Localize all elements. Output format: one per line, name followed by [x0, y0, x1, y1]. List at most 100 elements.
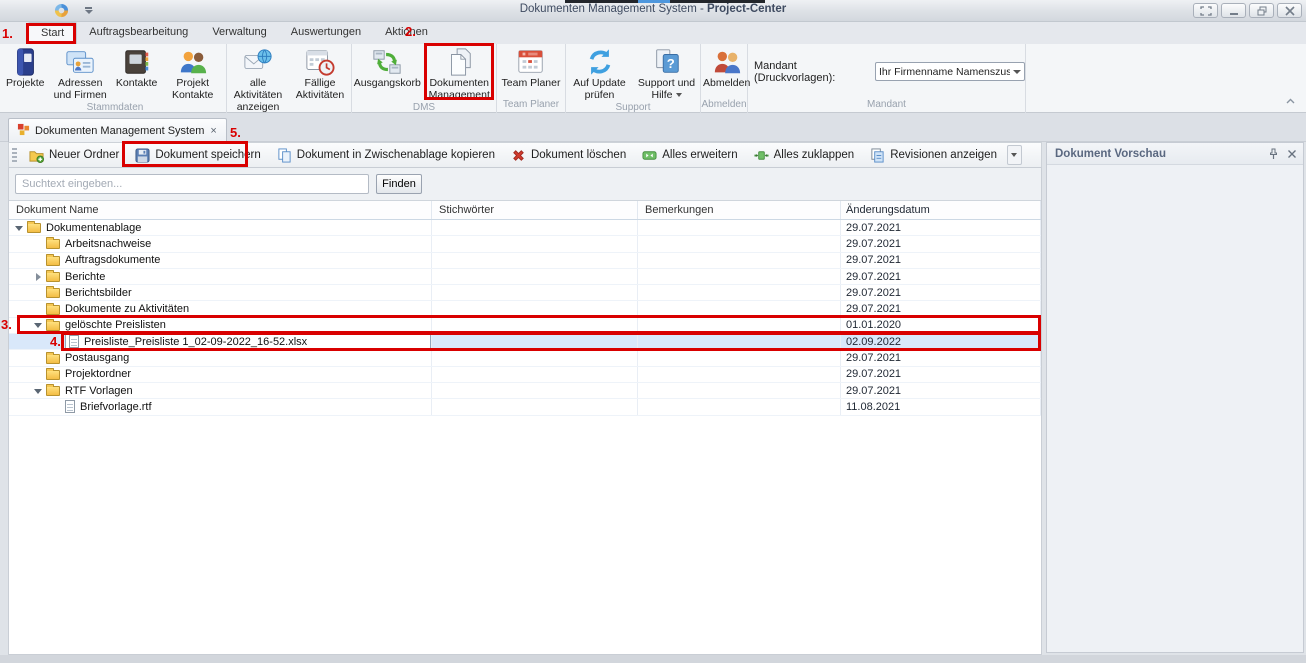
collapse-node-icon[interactable] — [13, 222, 27, 234]
projects-binder-icon — [10, 47, 40, 77]
ribbon-button-support-und-hilfe[interactable]: ?Support und Hilfe — [633, 46, 700, 102]
cell-bemerkungen — [638, 334, 841, 349]
cell-bemerkungen — [638, 399, 841, 414]
search-input[interactable] — [15, 174, 369, 194]
tab-start[interactable]: Start — [28, 22, 77, 44]
folder-row-berichte[interactable]: Berichte29.07.2021 — [9, 269, 1041, 285]
calendar-clock-icon — [305, 47, 335, 77]
toolbar-button-revisionen-anzeigen[interactable]: Revisionen anzeigen — [862, 144, 1005, 166]
tab-close-icon[interactable]: × — [209, 125, 217, 137]
expand-all-icon — [642, 148, 657, 163]
column-header-dokument-name[interactable]: Dokument Name — [9, 201, 432, 219]
mail-globe-icon — [243, 47, 273, 77]
row-name: Dokumentenablage — [46, 222, 141, 234]
document-tree: Dokumentenablage29.07.2021Arbeitsnachwei… — [9, 220, 1041, 654]
tab-aktionen[interactable]: Aktionen — [373, 22, 440, 44]
ribbon-button-abmelden[interactable]: Abmelden — [701, 46, 752, 90]
title-bar: Dokumenten Management System - Project-C… — [0, 0, 1306, 22]
folder-row-postausgang[interactable]: Postausgang29.07.2021 — [9, 350, 1041, 366]
file-icon — [69, 335, 79, 348]
toolbar-button-dokument-in-zwischenablage-kopieren[interactable]: Dokument in Zwischenablage kopieren — [269, 144, 503, 166]
cell-bemerkungen — [638, 318, 841, 333]
ribbon-button-fällige-aktivitäten[interactable]: Fällige Aktivitäten — [289, 46, 351, 102]
preview-close-icon[interactable] — [1287, 149, 1297, 159]
column-header-änderungsdatum[interactable]: Änderungsdatum — [841, 201, 1041, 219]
toolbar-button-dokument-speichern[interactable]: Dokument speichern — [127, 144, 268, 166]
collapse-node-icon[interactable] — [32, 319, 46, 331]
toolbar-button-alles-zuklappen[interactable]: Alles zuklappen — [746, 144, 863, 166]
folder-icon — [46, 256, 60, 266]
tab-auftragsbearbeitung[interactable]: Auftragsbearbeitung — [77, 22, 200, 44]
ribbon-button-alle-aktivitäten-anzeigen[interactable]: alle Aktivitäten anzeigen — [227, 46, 289, 114]
preview-panel: Dokument Vorschau — [1046, 142, 1304, 653]
delete-cross-icon — [511, 148, 526, 163]
ribbon-button-ausgangskorb[interactable]: Ausgangskorb — [353, 46, 422, 90]
row-name: Berichtsbilder — [65, 287, 132, 299]
close-button[interactable] — [1277, 3, 1302, 18]
minimize-button[interactable] — [1221, 3, 1246, 18]
address-book-icon — [122, 47, 152, 77]
column-header-bemerkungen[interactable]: Bemerkungen — [638, 201, 841, 219]
ribbon-button-auf-update-prüfen[interactable]: Auf Update prüfen — [566, 46, 633, 102]
ribbon-group-label: Support — [566, 102, 700, 113]
row-name: Preisliste_Preisliste 1_02-09-2022_16-52… — [84, 336, 307, 348]
document-tab-dms[interactable]: Dokumenten Management System × — [8, 118, 227, 142]
folder-row-berichtsbilder[interactable]: Berichtsbilder29.07.2021 — [9, 285, 1041, 301]
file-row-briefvorlage-rtf[interactable]: Briefvorlage.rtf11.08.2021 — [9, 399, 1041, 415]
toolbar-button-dokument-löschen[interactable]: Dokument löschen — [503, 144, 634, 166]
ribbon-button-projekt-kontakte[interactable]: Projekt Kontakte — [159, 46, 226, 102]
pin-icon[interactable] — [1268, 148, 1279, 160]
ribbon-group-mandant: Mandant (Druckvorlagen):Ihr Firmenname N… — [748, 44, 1026, 113]
new-folder-icon — [29, 148, 44, 163]
collapse-ribbon-icon[interactable] — [1285, 97, 1296, 109]
cell-bemerkungen — [638, 269, 841, 284]
calendar-icon — [516, 47, 546, 77]
window-controls — [1193, 3, 1302, 18]
toolbar-overflow-button[interactable] — [1007, 145, 1022, 165]
cell-stichwoerter — [432, 399, 638, 414]
folder-icon — [46, 272, 60, 282]
restore-button[interactable] — [1249, 3, 1274, 18]
cell-aenderungsdatum: 29.07.2021 — [841, 350, 1041, 365]
ribbon-button-projekte[interactable]: Projekte — [4, 46, 47, 90]
ribbon-button-dokumenten-management[interactable]: Dokumenten Management — [423, 46, 495, 102]
toolbar-button-alles-erweitern[interactable]: Alles erweitern — [634, 144, 745, 166]
folder-row-gelöschte-preislisten[interactable]: gelöschte Preislisten 01.01.2020 — [9, 318, 1041, 334]
expand-node-icon[interactable] — [32, 271, 46, 283]
row-name: Projektordner — [65, 368, 131, 380]
column-header-stichwörter[interactable]: Stichwörter — [432, 201, 638, 219]
cell-bemerkungen — [638, 383, 841, 398]
bottom-strip — [0, 655, 1306, 663]
toolbar-button-neuer-ordner[interactable]: Neuer Ordner — [21, 144, 127, 166]
find-button[interactable]: Finden — [376, 174, 422, 194]
file-row-preisliste-preisliste-1-02-09-2022-16-52-xlsx[interactable]: Preisliste_Preisliste 1_02-09-2022_16-52… — [9, 334, 1041, 350]
chevron-down-icon — [676, 93, 682, 97]
folder-row-dokumentenablage[interactable]: Dokumentenablage29.07.2021 — [9, 220, 1041, 236]
folder-icon — [46, 354, 60, 364]
outbox-arrows-icon — [372, 47, 402, 77]
folder-row-projektordner[interactable]: Projektordner29.07.2021 — [9, 367, 1041, 383]
row-name: gelöschte Preislisten — [65, 319, 166, 331]
folder-row-arbeitsnachweise[interactable]: Arbeitsnachweise29.07.2021 — [9, 236, 1041, 252]
toolbar-grip[interactable] — [12, 148, 17, 163]
ribbon-group-label: Stammdaten — [4, 102, 226, 113]
tab-auswertungen[interactable]: Auswertungen — [279, 22, 373, 44]
project-contacts-people-icon — [178, 47, 208, 77]
cell-bemerkungen — [638, 285, 841, 300]
collapse-node-icon[interactable] — [32, 385, 46, 397]
ribbon-button-team-planer[interactable]: Team Planer — [500, 46, 563, 90]
ribbon-button-adressen-und-firmen[interactable]: Adressen und Firmen — [47, 46, 114, 102]
folder-icon — [46, 305, 60, 315]
cell-stichwoerter — [432, 334, 638, 349]
folder-row-auftragsdokumente[interactable]: Auftragsdokumente29.07.2021 — [9, 253, 1041, 269]
cell-aenderungsdatum: 01.01.2020 — [841, 318, 1041, 333]
cell-stichwoerter — [432, 301, 638, 316]
mandant-select[interactable]: Ihr Firmenname Namenszusatz od... — [875, 62, 1025, 81]
folder-row-dokumente-zu-aktivitäten[interactable]: Dokumente zu Aktivitäten29.07.2021 — [9, 301, 1041, 317]
preview-panel-header: Dokument Vorschau — [1047, 143, 1303, 165]
fullscreen-button[interactable] — [1193, 3, 1218, 18]
folder-row-rtf-vorlagen[interactable]: RTF Vorlagen29.07.2021 — [9, 383, 1041, 399]
ribbon-button-kontakte[interactable]: Kontakte — [114, 46, 159, 90]
tab-verwaltung[interactable]: Verwaltung — [200, 22, 278, 44]
dms-toolbar: Neuer OrdnerDokument speichernDokument i… — [8, 142, 1042, 168]
